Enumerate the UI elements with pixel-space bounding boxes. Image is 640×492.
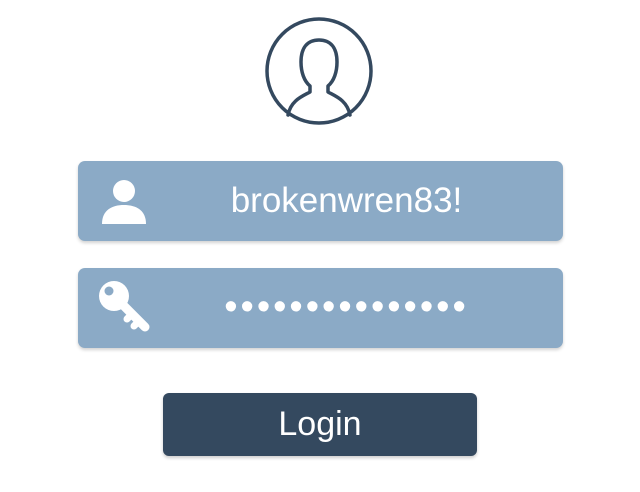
username-value: brokenwren83! xyxy=(230,181,463,220)
user-icon xyxy=(96,175,152,227)
password-field[interactable]: ••••••••••••••• xyxy=(78,268,563,348)
password-masked-value: ••••••••••••••• xyxy=(224,286,469,328)
login-button[interactable]: Login xyxy=(163,393,477,456)
user-avatar-icon xyxy=(264,16,374,126)
username-field[interactable]: brokenwren83! xyxy=(78,161,563,241)
key-icon xyxy=(96,281,152,334)
